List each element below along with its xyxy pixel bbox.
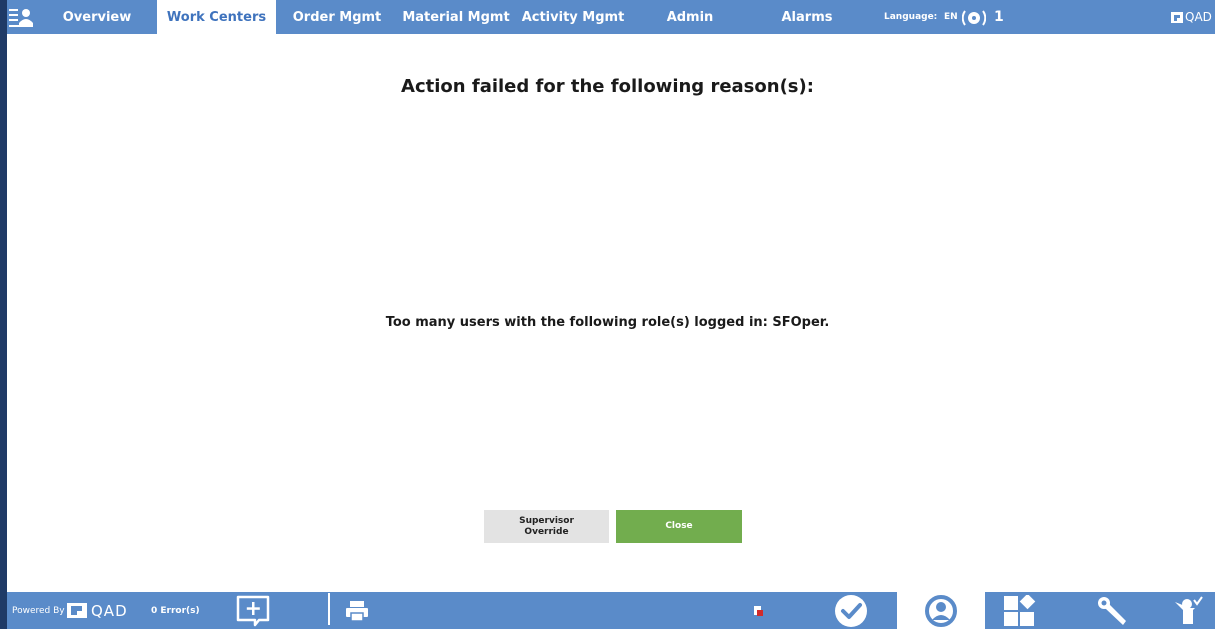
- supervisor-override-label: Supervisor Override: [519, 515, 574, 537]
- flag-icon: [753, 605, 763, 616]
- check-circle-icon: [835, 594, 867, 627]
- signal-icon[interactable]: [962, 7, 986, 29]
- close-button[interactable]: Close: [616, 510, 742, 543]
- confirm-button[interactable]: [825, 592, 877, 629]
- top-nav-bar: Overview Work Centers Order Mgmt Materia…: [0, 0, 1215, 34]
- error-count[interactable]: 0 Error(s): [151, 592, 200, 629]
- language-selector[interactable]: EN: [944, 0, 958, 34]
- wrench-icon: [1098, 596, 1126, 625]
- tab-admin[interactable]: Admin: [650, 0, 730, 34]
- dashboard-button[interactable]: [995, 592, 1045, 629]
- user-check-button[interactable]: [1168, 592, 1208, 629]
- dialog-title: Action failed for the following reason(s…: [401, 76, 814, 97]
- add-comment-button[interactable]: [232, 592, 274, 629]
- status-flag[interactable]: [751, 592, 765, 629]
- qad-logo-icon: [1171, 11, 1183, 23]
- signal-count: 1: [994, 9, 1004, 25]
- powered-by-label: Powered By: [12, 605, 65, 616]
- brand-name: QAD: [1185, 10, 1212, 24]
- print-icon: [346, 600, 368, 622]
- toolbar-divider: [328, 593, 330, 625]
- print-button[interactable]: [340, 592, 374, 629]
- tab-work-centers[interactable]: Work Centers: [157, 0, 276, 34]
- supervisor-override-button[interactable]: Supervisor Override: [484, 510, 609, 543]
- settings-button[interactable]: [1090, 592, 1136, 629]
- bottom-toolbar: Powered By QAD 0 Error(s): [0, 592, 1215, 629]
- user-check-icon: [1175, 595, 1203, 624]
- dashboard-tiles-icon: [1004, 594, 1036, 626]
- qad-logo-icon: [67, 603, 87, 618]
- user-circle-icon: [925, 594, 957, 627]
- user-button[interactable]: [897, 592, 985, 629]
- workstation-icon: [9, 9, 33, 27]
- tab-material-mgmt[interactable]: Material Mgmt: [398, 0, 514, 34]
- tab-alarms[interactable]: Alarms: [767, 0, 847, 34]
- tab-order-mgmt[interactable]: Order Mgmt: [281, 0, 393, 34]
- tab-activity-mgmt[interactable]: Activity Mgmt: [517, 0, 629, 34]
- close-label: Close: [665, 521, 693, 531]
- add-comment-icon: [236, 595, 270, 626]
- footer-brand-name: QAD: [91, 601, 128, 620]
- footer-brand: QAD: [67, 592, 128, 629]
- tab-overview[interactable]: Overview: [50, 0, 144, 34]
- language-label: Language:: [884, 12, 938, 22]
- window-edge: [0, 0, 7, 629]
- error-message: Too many users with the following role(s…: [385, 315, 830, 330]
- app-window: Overview Work Centers Order Mgmt Materia…: [0, 0, 1215, 629]
- brand-logo: QAD: [1171, 0, 1215, 34]
